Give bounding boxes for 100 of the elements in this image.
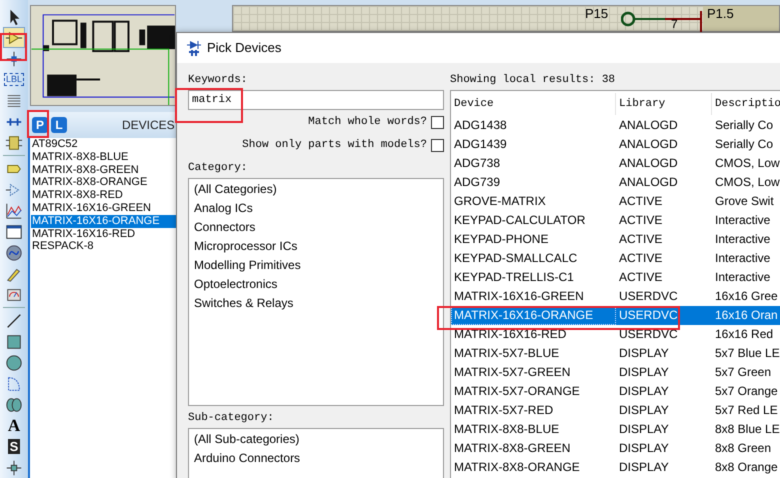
shape-icon <box>5 396 23 414</box>
mode-button[interactable]: L <box>51 117 67 133</box>
square-icon <box>5 332 23 350</box>
result-row[interactable]: ADG1438 ANALOGD Serially Co <box>451 116 780 135</box>
checkbox[interactable] <box>431 116 444 128</box>
table-cell-text: 8x8 Orange <box>714 459 779 476</box>
table-cell-text: 16x16 Oran <box>714 307 779 324</box>
table-cell-text: ANALOGD <box>618 136 679 153</box>
table-cell-text: 5x7 Blue LE <box>714 345 780 362</box>
table-cell-text: MATRIX-8X8-ORANGE <box>453 459 581 476</box>
sine-wave-icon <box>5 244 23 262</box>
result-row[interactable]: GROVE-MATRIX ACTIVE Grove Swit <box>451 192 780 211</box>
marker-icon <box>5 458 23 476</box>
text-tool[interactable]: A <box>3 415 25 436</box>
table-cell-text: MATRIX-16X16-RED <box>453 326 568 343</box>
table-cell-text: KEYPAD-CALCULATOR <box>453 212 586 229</box>
result-row[interactable]: MATRIX-16X16-ORANGE USERDVC 16x16 Oran <box>451 306 780 325</box>
symbol-tool[interactable]: S <box>3 436 25 457</box>
table-cell-text: MATRIX-5X7-GREEN <box>453 364 572 381</box>
result-row[interactable]: MATRIX-5X7-RED DISPLAY 5x7 Red LE <box>451 401 780 420</box>
table-cell-text: Interactive <box>714 250 772 267</box>
circle-icon <box>5 354 23 372</box>
table-cell-text: ACTIVE <box>618 250 664 267</box>
table-cell-text: 5x7 Green <box>714 364 772 381</box>
result-row[interactable]: MATRIX-16X16-RED USERDVC 16x16 Red <box>451 325 780 344</box>
table-cell-text: MATRIX-5X7-RED <box>453 402 554 419</box>
table-cell-text: ADG739 <box>453 174 502 191</box>
junction-icon <box>5 50 23 68</box>
table-cell-text: ACTIVE <box>618 193 664 210</box>
window-icon <box>5 222 23 240</box>
highlight-frame <box>175 88 243 123</box>
result-row[interactable]: KEYPAD-TRELLIS-C1 ACTIVE Interactive <box>451 268 780 287</box>
table-cell-text: KEYPAD-TRELLIS-C1 <box>453 269 575 286</box>
table-cell-text: Interactive <box>714 212 772 229</box>
result-row[interactable]: KEYPAD-SMALLCALC ACTIVE Interactive <box>451 249 780 268</box>
subcategory-item[interactable]: Arduino Connectors <box>194 449 443 468</box>
category-item[interactable]: Switches & Relays <box>194 294 443 313</box>
category-item[interactable]: (All Categories) <box>194 180 443 199</box>
table-cell-text: 8x8 Green <box>714 440 772 457</box>
subcategory-item[interactable]: (All Sub-categories) <box>194 430 443 449</box>
table-cell-text: KEYPAD-PHONE <box>453 231 550 248</box>
diode-icon <box>187 39 201 57</box>
column-header[interactable]: Descriptio <box>712 92 780 114</box>
table-cell-text: MATRIX-8X8-BLUE <box>453 421 560 438</box>
table-cell-text: Serially Co <box>714 136 774 153</box>
table-cell-text: Grove Swit <box>714 193 775 210</box>
keywords-field[interactable]: matrix <box>188 90 444 110</box>
table-cell-text: USERDVC <box>618 307 679 324</box>
table-cell-text: Serially Co <box>714 117 774 134</box>
table-cell-text: 5x7 Orange <box>714 383 779 400</box>
result-row[interactable]: MATRIX-5X7-ORANGE DISPLAY 5x7 Orange <box>451 382 780 401</box>
component-tool[interactable] <box>3 27 25 48</box>
table-cell-text: 16x16 Gree <box>714 288 779 305</box>
category-item[interactable]: Optoelectronics <box>194 275 443 294</box>
table-cell-text: USERDVC <box>618 326 679 343</box>
column-header[interactable]: Library <box>616 92 712 114</box>
table-cell-text: DISPLAY <box>618 345 670 362</box>
mode-button[interactable]: P <box>32 117 48 133</box>
category-item[interactable]: Microprocessor ICs <box>194 237 443 256</box>
table-cell-text: MATRIX-16X16-GREEN <box>453 288 585 305</box>
result-row[interactable]: ADG1439 ANALOGD Serially Co <box>451 135 780 154</box>
table-cell-text: USERDVC <box>618 288 679 305</box>
result-row[interactable]: ADG739 ANALOGD CMOS, Low <box>451 173 780 192</box>
field-label: Keywords: <box>188 73 248 87</box>
result-row[interactable]: MATRIX-5X7-BLUE DISPLAY 5x7 Blue LE <box>451 344 780 363</box>
table-cell-text: DISPLAY <box>618 402 670 419</box>
table-cell-text: ACTIVE <box>618 269 664 286</box>
category-item[interactable]: Modelling Primitives <box>194 256 443 275</box>
table-cell-text: 5x7 Red LE <box>714 402 779 419</box>
arc-icon <box>5 374 23 392</box>
table-cell-text: Interactive <box>714 231 772 248</box>
table-cell-text: 8x8 Blue LE <box>714 421 780 438</box>
graph-icon <box>5 202 23 220</box>
table-cell-text: ANALOGD <box>618 174 679 191</box>
highlight-frame <box>0 33 27 61</box>
table-cell-text: DISPLAY <box>618 364 670 381</box>
table-cell: MATRIX-16X16-ORANGE <box>451 306 616 325</box>
result-row[interactable]: MATRIX-8X8-GREEN DISPLAY 8x8 Green <box>451 439 780 458</box>
pin-number: 7 <box>671 18 678 31</box>
column-header[interactable]: Device <box>451 92 616 114</box>
window-title: Pick Devices <box>207 39 282 58</box>
checkbox[interactable] <box>431 138 444 152</box>
result-row[interactable]: MATRIX-5X7-GREEN DISPLAY 5x7 Green <box>451 363 780 382</box>
table-cell-text: MATRIX-5X7-ORANGE <box>453 383 581 400</box>
table-cell-text: DISPLAY <box>618 383 670 400</box>
result-row[interactable]: ADG738 ANALOGD CMOS, Low <box>451 154 780 173</box>
result-row[interactable]: MATRIX-8X8-BLUE DISPLAY 8x8 Blue LE <box>451 420 780 439</box>
results-count: Showing local results: 38 <box>450 73 616 87</box>
result-row[interactable]: KEYPAD-PHONE ACTIVE Interactive <box>451 230 780 249</box>
result-row[interactable]: MATRIX-8X8-ORANGE DISPLAY 8x8 Orange <box>451 458 780 477</box>
result-row[interactable]: MATRIX-16X16-GREEN USERDVC 16x16 Gree <box>451 287 780 306</box>
net-label: P1.5 <box>707 7 734 21</box>
panel-title: DEVICES <box>122 117 175 134</box>
table-cell-text: DISPLAY <box>618 421 670 438</box>
result-row[interactable]: KEYPAD-CALCULATOR ACTIVE Interactive <box>451 211 780 230</box>
field-label: Sub-category: <box>188 411 275 425</box>
table-cell-text: Interactive <box>714 269 772 286</box>
line-icon <box>5 312 23 330</box>
table-cell-text: GROVE-MATRIX <box>453 193 547 210</box>
table-cell-text: DISPLAY <box>618 459 670 476</box>
